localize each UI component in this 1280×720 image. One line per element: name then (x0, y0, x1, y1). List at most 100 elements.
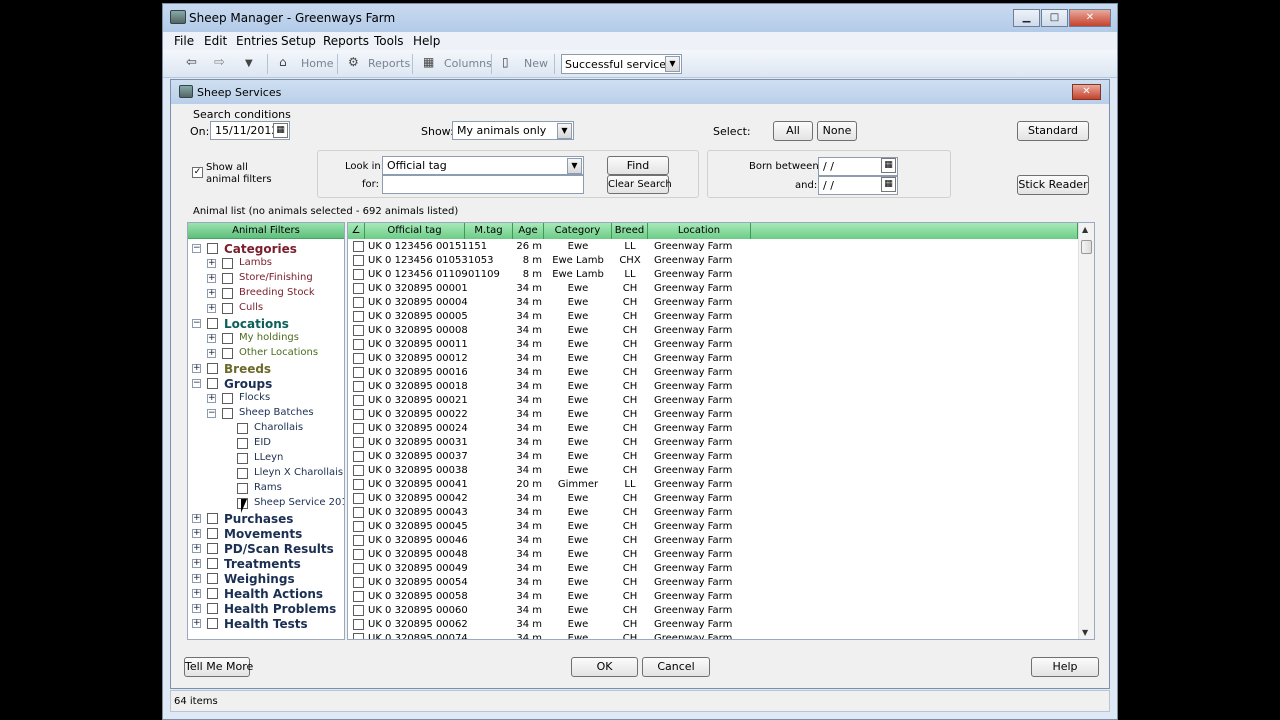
table-row[interactable]: UK 0 320895 00048 34 m Ewe CH Greenway Farm (348, 548, 1078, 562)
row-checkbox[interactable] (353, 353, 364, 364)
expand-icon[interactable]: + (192, 604, 201, 613)
column-header[interactable]: Location (648, 223, 751, 239)
row-checkbox[interactable] (353, 493, 364, 504)
cancel-button[interactable]: Cancel (642, 657, 710, 677)
calendar-icon[interactable]: ▦ (881, 158, 896, 173)
expand-icon[interactable]: + (192, 364, 201, 373)
column-header[interactable]: Category (544, 223, 612, 239)
row-checkbox[interactable] (353, 619, 364, 630)
column-header[interactable]: ∠ (348, 223, 365, 239)
expand-icon[interactable]: + (207, 274, 216, 283)
filter-checkbox[interactable] (207, 513, 218, 524)
calendar-icon[interactable]: ▦ (273, 123, 288, 138)
filter-checkbox[interactable] (237, 438, 248, 449)
collapse-icon[interactable]: − (192, 319, 201, 328)
filter-checkbox[interactable] (207, 603, 218, 614)
column-header[interactable]: Breed (612, 223, 648, 239)
row-checkbox[interactable] (353, 325, 364, 336)
filter-node[interactable]: + Purchases (188, 511, 344, 526)
table-row[interactable]: UK 0 320895 00008 34 m Ewe CH Greenway Farm (348, 324, 1078, 338)
filter-node[interactable]: + Lambs (188, 256, 344, 271)
table-row[interactable]: UK 0 320895 00042 34 m Ewe CH Greenway Farm (348, 492, 1078, 506)
animal-grid[interactable]: ∠ Official tag M.tag Age Category Breed Locati… (347, 222, 1095, 640)
row-checkbox[interactable] (353, 451, 364, 462)
back-arrow-icon[interactable]: ⇦ (186, 55, 197, 70)
chevron-down-icon[interactable]: ▼ (557, 123, 572, 139)
filter-checkbox[interactable] (207, 363, 218, 374)
row-checkbox[interactable] (353, 479, 364, 490)
filter-node[interactable]: LLeyn (188, 451, 344, 466)
columns-button[interactable]: Columns (444, 57, 492, 70)
filter-checkbox[interactable] (222, 333, 233, 344)
expand-icon[interactable]: + (192, 514, 201, 523)
filter-checkbox[interactable] (207, 528, 218, 539)
expand-icon[interactable]: + (192, 529, 201, 538)
filter-node[interactable]: − Sheep Batches (188, 406, 344, 421)
forward-arrow-icon[interactable]: ⇨ (214, 55, 225, 70)
table-row[interactable]: UK 0 320895 00018 34 m Ewe CH Greenway Farm (348, 380, 1078, 394)
on-date-field[interactable]: 15/11/2012 ▦ (210, 121, 290, 140)
expand-icon[interactable]: + (207, 304, 216, 313)
table-row[interactable]: UK 0 320895 00041 20 m Gimmer LL Greenway Fa… (348, 478, 1078, 492)
filter-checkbox[interactable] (237, 453, 248, 464)
dialog-close-button[interactable]: ✕ (1072, 84, 1101, 100)
row-checkbox[interactable] (353, 381, 364, 392)
filter-node[interactable]: EID (188, 436, 344, 451)
animal-filters-tree[interactable]: Animal Filters − Categories + Lambs + Store/F… (187, 222, 345, 640)
filter-node[interactable]: + Health Actions (188, 586, 344, 601)
maximize-button[interactable]: □ (1041, 9, 1068, 27)
tell-me-more-button[interactable]: Tell Me More (184, 657, 253, 677)
standard-button[interactable]: Standard (1017, 121, 1089, 141)
collapse-icon[interactable]: − (207, 409, 216, 418)
filter-checkbox[interactable] (207, 558, 218, 569)
collapse-icon[interactable]: − (192, 244, 201, 253)
filter-checkbox[interactable] (222, 393, 233, 404)
filter-checkbox[interactable] (207, 378, 218, 389)
minimize-button[interactable]: ▁ (1013, 9, 1040, 27)
filter-node[interactable]: Lleyn X Charollais (188, 466, 344, 481)
row-checkbox[interactable] (353, 339, 364, 350)
filter-node[interactable]: + PD/Scan Results (188, 541, 344, 556)
select-none-button[interactable]: None (817, 121, 857, 141)
menu-edit[interactable]: Edit (204, 34, 227, 48)
filter-node[interactable]: Rams (188, 481, 344, 496)
table-row[interactable]: UK 0 123456 00151 151 26 m Ewe LL Greenway Fa… (348, 240, 1078, 254)
find-button[interactable]: Find (607, 156, 669, 175)
expand-icon[interactable]: + (207, 334, 216, 343)
filter-node[interactable]: + Movements (188, 526, 344, 541)
menu-help[interactable]: Help (413, 34, 440, 48)
table-row[interactable]: UK 0 320895 00045 34 m Ewe CH Greenway Farm (348, 520, 1078, 534)
row-checkbox[interactable] (353, 465, 364, 476)
table-row[interactable]: UK 0 320895 00046 34 m Ewe CH Greenway Farm (348, 534, 1078, 548)
row-checkbox[interactable] (353, 409, 364, 420)
table-row[interactable]: UK 0 320895 00005 34 m Ewe CH Greenway Farm (348, 310, 1078, 324)
filter-node[interactable]: − Locations (188, 316, 344, 331)
table-row[interactable]: UK 0 320895 00062 34 m Ewe CH Greenway Farm (348, 618, 1078, 632)
row-checkbox[interactable] (353, 437, 364, 448)
calendar-icon[interactable]: ▦ (881, 177, 896, 192)
row-checkbox[interactable] (353, 605, 364, 616)
stick-reader-button[interactable]: Stick Reader (1017, 175, 1089, 195)
show-select[interactable]: My animals only ▼ (452, 121, 574, 140)
row-checkbox[interactable] (353, 269, 364, 280)
expand-icon[interactable]: + (192, 559, 201, 568)
filter-checkbox[interactable] (237, 423, 248, 434)
view-select[interactable]: Successful services ▼ (561, 54, 682, 74)
column-header[interactable]: Age (513, 223, 544, 239)
row-checkbox[interactable] (353, 311, 364, 322)
expand-icon[interactable]: + (207, 394, 216, 403)
vertical-scrollbar[interactable]: ▲ ▼ (1078, 223, 1094, 639)
filter-node[interactable]: + Breeds (188, 361, 344, 376)
filter-checkbox[interactable] (207, 618, 218, 629)
filter-node[interactable]: + Store/Finishing (188, 271, 344, 286)
row-checkbox[interactable] (353, 423, 364, 434)
table-row[interactable]: UK 0 320895 00021 34 m Ewe CH Greenway Farm (348, 394, 1078, 408)
reports-button[interactable]: Reports (368, 57, 410, 70)
filter-node[interactable]: − Groups (188, 376, 344, 391)
expand-icon[interactable]: + (192, 589, 201, 598)
table-row[interactable]: UK 0 320895 00031 34 m Ewe CH Greenway Farm (348, 436, 1078, 450)
table-row[interactable]: UK 0 320895 00022 34 m Ewe CH Greenway Farm (348, 408, 1078, 422)
row-checkbox[interactable] (353, 255, 364, 266)
expand-icon[interactable]: + (207, 349, 216, 358)
ok-button[interactable]: OK (571, 657, 638, 677)
